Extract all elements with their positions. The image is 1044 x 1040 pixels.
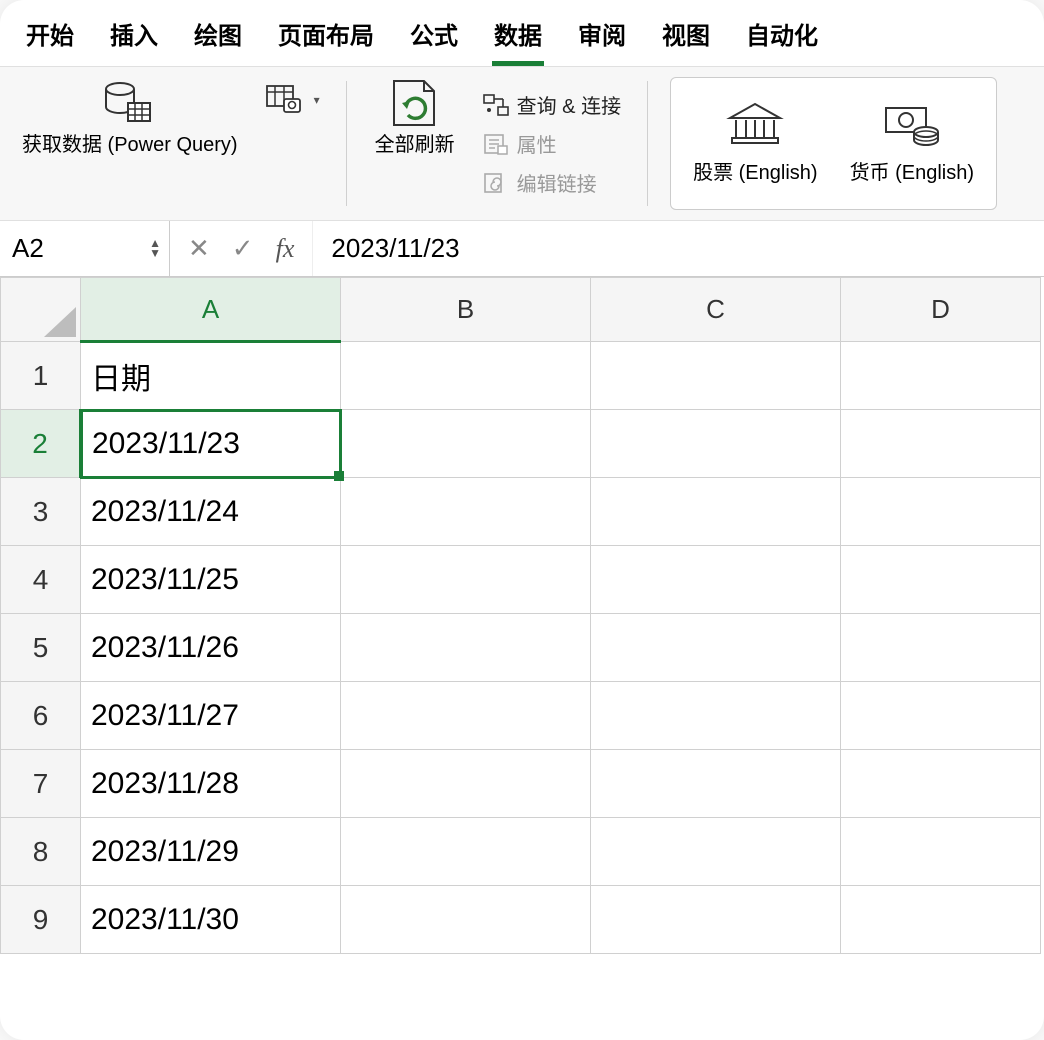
name-box-stepper[interactable]: ▲ ▼ — [149, 239, 161, 258]
row-header-5[interactable]: 5 — [1, 614, 81, 682]
from-picture-icon — [266, 85, 302, 115]
cell-D4[interactable] — [841, 546, 1041, 614]
column-header-A[interactable]: A — [81, 278, 341, 342]
cell-C3[interactable] — [591, 478, 841, 546]
fx-label[interactable]: fx — [276, 234, 295, 264]
accept-icon[interactable]: ✓ — [232, 233, 254, 264]
from-picture-button[interactable]: ▾ — [262, 83, 324, 117]
cell-D2[interactable] — [841, 410, 1041, 478]
currency-label: 货币 (English) — [850, 156, 974, 185]
cell-D1[interactable] — [841, 342, 1041, 410]
edit-links-button[interactable]: 编辑链接 — [479, 166, 625, 199]
cell-B9[interactable] — [341, 886, 591, 954]
stock-label: 股票 (English) — [693, 156, 817, 185]
refresh-all-button[interactable]: 全部刷新 — [369, 77, 461, 160]
properties-label: 属性 — [517, 129, 557, 158]
cell-C9[interactable] — [591, 886, 841, 954]
cell-A7[interactable]: 2023/11/28 — [81, 750, 341, 818]
stock-datatype-button[interactable]: 股票 (English) — [693, 102, 817, 185]
column-header-D[interactable]: D — [841, 278, 1041, 342]
cell-D5[interactable] — [841, 614, 1041, 682]
name-box-value: A2 — [12, 233, 44, 264]
cell-B3[interactable] — [341, 478, 591, 546]
select-all-corner[interactable] — [1, 278, 81, 342]
cell-A5[interactable]: 2023/11/26 — [81, 614, 341, 682]
tab-insert[interactable]: 插入 — [108, 10, 160, 66]
formula-bar: A2 ▲ ▼ ✕ ✓ fx 2023/11/23 — [0, 221, 1044, 277]
edit-links-icon — [483, 172, 509, 194]
tab-review[interactable]: 审阅 — [576, 10, 628, 66]
cell-A4[interactable]: 2023/11/25 — [81, 546, 341, 614]
cell-A9[interactable]: 2023/11/30 — [81, 886, 341, 954]
row-header-9[interactable]: 9 — [1, 886, 81, 954]
get-data-label: 获取数据 (Power Query) — [22, 133, 238, 158]
cell-A1[interactable]: 日期 — [81, 342, 341, 410]
cell-B2[interactable] — [341, 410, 591, 478]
row-header-6[interactable]: 6 — [1, 682, 81, 750]
spreadsheet-grid[interactable]: A B C D 1 日期 2 2023/11/23 3 2023 — [0, 277, 1044, 1040]
cell-B7[interactable] — [341, 750, 591, 818]
get-data-button[interactable]: 获取数据 (Power Query) — [16, 77, 244, 160]
edit-links-label: 编辑链接 — [517, 168, 597, 197]
cell-A3[interactable]: 2023/11/24 — [81, 478, 341, 546]
chevron-down-icon: ▾ — [314, 93, 320, 107]
cell-B4[interactable] — [341, 546, 591, 614]
cell-B8[interactable] — [341, 818, 591, 886]
ribbon-tabs: 开始 插入 绘图 页面布局 公式 数据 审阅 视图 自动化 — [0, 0, 1044, 66]
row-header-3[interactable]: 3 — [1, 478, 81, 546]
chevron-down-icon: ▼ — [149, 249, 161, 259]
cell-D9[interactable] — [841, 886, 1041, 954]
row-header-7[interactable]: 7 — [1, 750, 81, 818]
cell-D6[interactable] — [841, 682, 1041, 750]
bank-icon — [726, 102, 784, 146]
cell-C1[interactable] — [591, 342, 841, 410]
tab-view[interactable]: 视图 — [660, 10, 712, 66]
queries-connections-label: 查询 & 连接 — [517, 90, 621, 119]
cell-C8[interactable] — [591, 818, 841, 886]
queries-connections-button[interactable]: 查询 & 连接 — [479, 88, 625, 121]
row-header-2[interactable]: 2 — [1, 410, 81, 478]
cell-C6[interactable] — [591, 682, 841, 750]
cell-A2[interactable]: 2023/11/23 — [81, 410, 341, 478]
cell-D7[interactable] — [841, 750, 1041, 818]
tab-formulas[interactable]: 公式 — [408, 10, 460, 66]
column-header-B[interactable]: B — [341, 278, 591, 342]
formula-input[interactable]: 2023/11/23 — [313, 233, 1044, 264]
name-box[interactable]: A2 ▲ ▼ — [0, 221, 170, 276]
cell-B5[interactable] — [341, 614, 591, 682]
cell-C5[interactable] — [591, 614, 841, 682]
tab-automate[interactable]: 自动化 — [744, 10, 820, 66]
row-header-8[interactable]: 8 — [1, 818, 81, 886]
cell-D8[interactable] — [841, 818, 1041, 886]
queries-icon — [483, 94, 509, 116]
database-icon — [102, 79, 158, 127]
cell-B1[interactable] — [341, 342, 591, 410]
ribbon: 获取数据 (Power Query) ▾ — [0, 66, 1044, 221]
tab-home[interactable]: 开始 — [24, 10, 76, 66]
properties-button[interactable]: 属性 — [479, 127, 625, 160]
cell-A8[interactable]: 2023/11/29 — [81, 818, 341, 886]
column-header-C[interactable]: C — [591, 278, 841, 342]
cell-C4[interactable] — [591, 546, 841, 614]
cell-B6[interactable] — [341, 682, 591, 750]
cell-C7[interactable] — [591, 750, 841, 818]
tab-data[interactable]: 数据 — [492, 10, 544, 66]
cell-A6[interactable]: 2023/11/27 — [81, 682, 341, 750]
properties-icon — [483, 133, 509, 155]
currency-icon — [882, 102, 942, 146]
cell-D3[interactable] — [841, 478, 1041, 546]
refresh-all-label: 全部刷新 — [375, 133, 455, 158]
data-types-group: 股票 (English) 货币 (English) — [670, 77, 997, 210]
tab-page-layout[interactable]: 页面布局 — [276, 10, 376, 66]
refresh-icon — [388, 79, 442, 127]
row-header-4[interactable]: 4 — [1, 546, 81, 614]
row-header-1[interactable]: 1 — [1, 342, 81, 410]
cell-C2[interactable] — [591, 410, 841, 478]
currency-datatype-button[interactable]: 货币 (English) — [850, 102, 974, 185]
cancel-icon[interactable]: ✕ — [188, 233, 210, 264]
tab-draw[interactable]: 绘图 — [192, 10, 244, 66]
